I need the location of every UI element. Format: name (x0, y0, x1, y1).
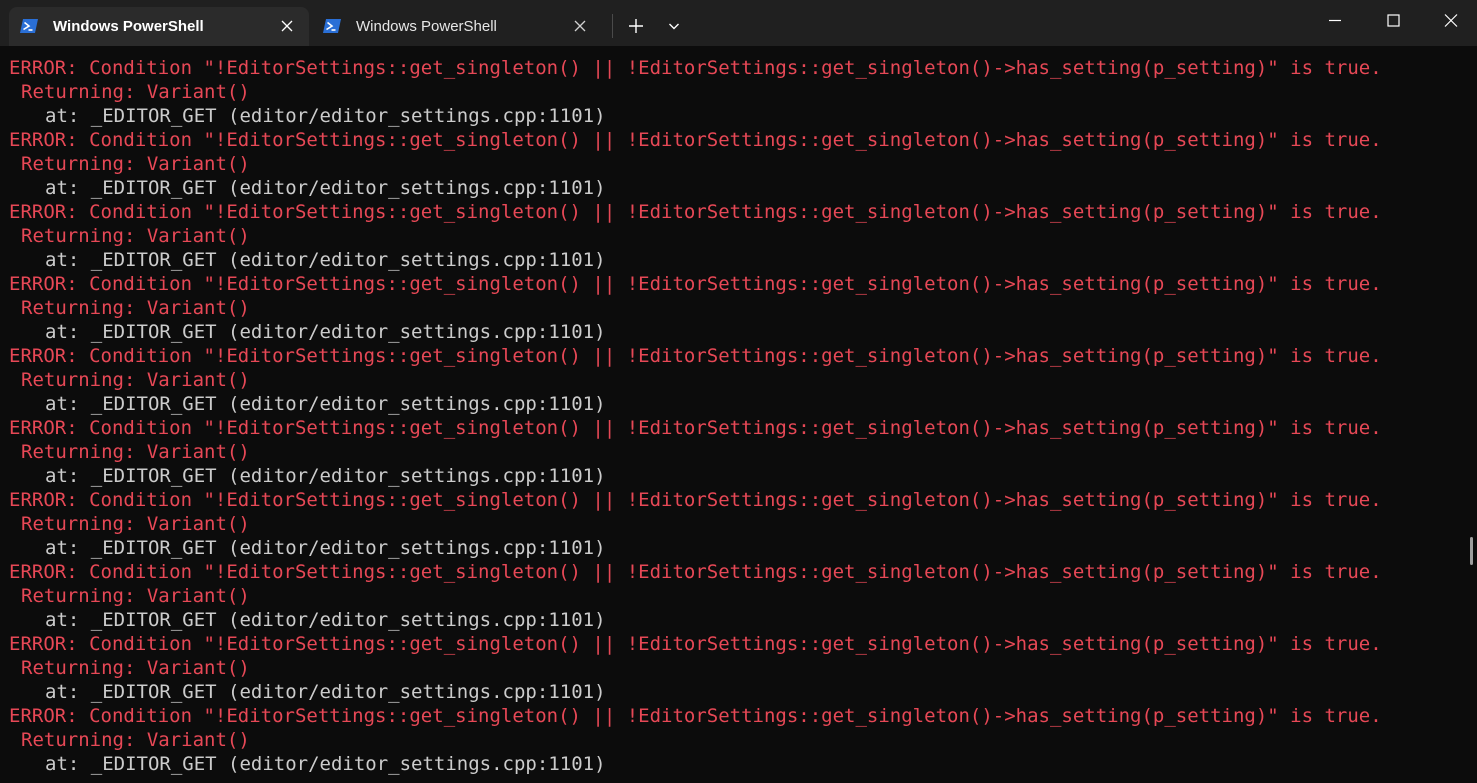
error-message: Condition "!EditorSettings::get_singleto… (77, 129, 1382, 151)
returning-line: Returning: Variant() (21, 657, 250, 679)
error-prefix: ERROR: (9, 561, 78, 583)
returning-line: Returning: Variant() (21, 153, 250, 175)
error-prefix: ERROR: (9, 345, 78, 367)
returning-line: Returning: Variant() (21, 441, 250, 463)
close-window-icon[interactable] (1422, 0, 1477, 40)
error-line: ERROR: Condition "!EditorSettings::get_s… (0, 704, 1460, 728)
error-message: Condition "!EditorSettings::get_singleto… (77, 417, 1382, 439)
scrollbar-thumb[interactable] (1470, 537, 1473, 565)
error-line: ERROR: Condition "!EditorSettings::get_s… (0, 488, 1460, 512)
powershell-icon (20, 19, 38, 33)
location-line: at: _EDITOR_GET (editor/editor_settings.… (45, 609, 606, 631)
new-tab-plus-icon[interactable] (622, 12, 650, 40)
location-line: at: _EDITOR_GET (editor/editor_settings.… (45, 465, 606, 487)
error-line: ERROR: Condition "!EditorSettings::get_s… (0, 632, 1460, 656)
location-line: at: _EDITOR_GET (editor/editor_settings.… (45, 321, 606, 343)
error-message: Condition "!EditorSettings::get_singleto… (77, 201, 1382, 223)
error-message: Condition "!EditorSettings::get_singleto… (77, 57, 1382, 79)
powershell-icon (323, 19, 341, 33)
error-prefix: ERROR: (9, 417, 78, 439)
returning-line: Returning: Variant() (21, 369, 250, 391)
location-line: at: _EDITOR_GET (editor/editor_settings.… (45, 249, 606, 271)
returning-line: Returning: Variant() (21, 81, 250, 103)
error-line: ERROR: Condition "!EditorSettings::get_s… (0, 416, 1460, 440)
location-line: at: _EDITOR_GET (editor/editor_settings.… (45, 681, 606, 703)
location-line: at: _EDITOR_GET (editor/editor_settings.… (45, 177, 606, 199)
error-prefix: ERROR: (9, 129, 78, 151)
terminal-window: Windows PowerShell Windows PowerShell ER… (0, 0, 1477, 783)
error-line: ERROR: Condition "!EditorSettings::get_s… (0, 128, 1460, 152)
location-line: at: _EDITOR_GET (editor/editor_settings.… (45, 393, 606, 415)
returning-line: Returning: Variant() (21, 729, 250, 751)
terminal-output[interactable]: ERROR: Condition "!EditorSettings::get_s… (0, 56, 1460, 783)
tab-powershell-1[interactable]: Windows PowerShell (9, 7, 309, 46)
error-line: ERROR: Condition "!EditorSettings::get_s… (0, 56, 1460, 80)
tab-powershell-2[interactable]: Windows PowerShell (312, 7, 602, 46)
error-message: Condition "!EditorSettings::get_singleto… (77, 489, 1382, 511)
error-prefix: ERROR: (9, 57, 78, 79)
error-message: Condition "!EditorSettings::get_singleto… (77, 705, 1382, 727)
tab-title: Windows PowerShell (53, 18, 204, 35)
error-line: ERROR: Condition "!EditorSettings::get_s… (0, 344, 1460, 368)
error-message: Condition "!EditorSettings::get_singleto… (77, 633, 1382, 655)
maximize-icon[interactable] (1364, 0, 1422, 40)
location-line: at: _EDITOR_GET (editor/editor_settings.… (45, 537, 606, 559)
error-prefix: ERROR: (9, 705, 78, 727)
title-bar: Windows PowerShell Windows PowerShell (0, 0, 1477, 46)
tab-separator (612, 14, 613, 38)
chevron-down-icon[interactable] (660, 12, 688, 40)
error-message: Condition "!EditorSettings::get_singleto… (77, 345, 1382, 367)
minimize-icon[interactable] (1306, 0, 1364, 40)
error-line: ERROR: Condition "!EditorSettings::get_s… (0, 560, 1460, 584)
location-line: at: _EDITOR_GET (editor/editor_settings.… (45, 753, 606, 775)
returning-line: Returning: Variant() (21, 297, 250, 319)
close-tab-icon[interactable] (572, 18, 588, 34)
returning-line: Returning: Variant() (21, 225, 250, 247)
error-message: Condition "!EditorSettings::get_singleto… (77, 273, 1382, 295)
tab-title: Windows PowerShell (356, 18, 497, 35)
error-message: Condition "!EditorSettings::get_singleto… (77, 561, 1382, 583)
returning-line: Returning: Variant() (21, 513, 250, 535)
error-prefix: ERROR: (9, 201, 78, 223)
error-prefix: ERROR: (9, 633, 78, 655)
error-line: ERROR: Condition "!EditorSettings::get_s… (0, 272, 1460, 296)
error-prefix: ERROR: (9, 489, 78, 511)
error-line: ERROR: Condition "!EditorSettings::get_s… (0, 200, 1460, 224)
returning-line: Returning: Variant() (21, 585, 250, 607)
error-prefix: ERROR: (9, 273, 78, 295)
location-line: at: _EDITOR_GET (editor/editor_settings.… (45, 105, 606, 127)
close-tab-icon[interactable] (279, 18, 295, 34)
